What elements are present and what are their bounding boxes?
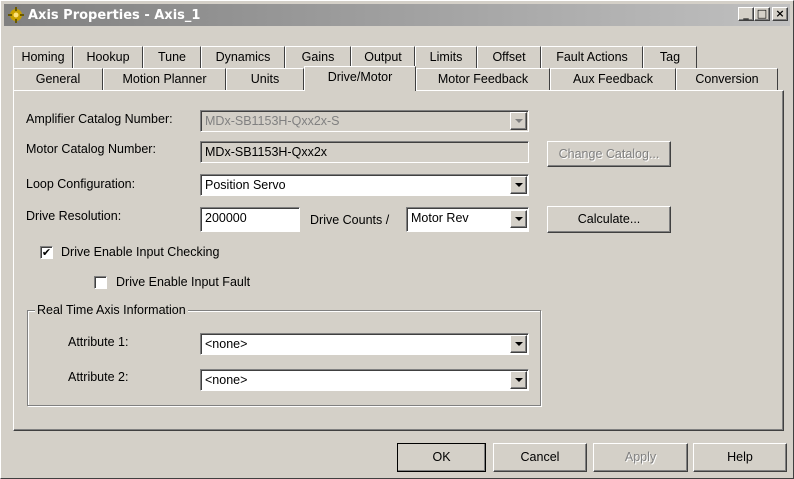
amplifier-catalog-value: MDx-SB1153H-Qxx2x-S [205,114,340,128]
loop-configuration-label: Loop Configuration: [26,177,136,191]
attribute-1-label: Attribute 1: [68,335,129,349]
chevron-down-icon [510,335,527,353]
amplifier-catalog-label: Amplifier Catalog Number: [26,112,173,126]
real-time-axis-info-group [27,310,541,406]
drive-resolution-label: Drive Resolution: [26,209,122,223]
calculate-button[interactable]: Calculate... [547,206,671,233]
app-icon [8,7,24,23]
chevron-down-icon [510,210,527,228]
change-catalog-button[interactable]: Change Catalog... [547,141,671,167]
maximize-button[interactable]: □ [754,7,770,21]
tab-conversion[interactable]: Conversion [676,68,778,90]
resolution-unit-select[interactable]: Motor Rev [406,207,529,232]
tab-row-2: General Motion Planner Units Drive/Motor… [13,66,778,91]
window-title: Axis Properties - Axis_1 [28,7,201,23]
tab-row-1: Homing Hookup Tune Dynamics Gains Output… [13,46,697,68]
tab-units[interactable]: Units [226,68,304,90]
amplifier-catalog-select[interactable]: MDx-SB1153H-Qxx2x-S [200,110,529,132]
tab-tag[interactable]: Tag [643,46,697,68]
loop-configuration-value: Position Servo [205,178,286,192]
drive-enable-input-checking-checkbox[interactable]: ✔ [40,246,53,259]
attribute-1-value: <none> [205,337,248,351]
motor-catalog-field[interactable]: MDx-SB1153H-Qxx2x [200,141,529,163]
motor-catalog-label: Motor Catalog Number: [26,142,156,156]
tab-output[interactable]: Output [351,46,415,68]
tab-drive-motor[interactable]: Drive/Motor [304,66,416,91]
resolution-unit-value: Motor Rev [411,211,469,225]
ok-button[interactable]: OK [397,443,486,472]
attribute-2-select[interactable]: <none> [200,369,529,391]
minimize-button[interactable]: _ [738,7,754,21]
attribute-2-value: <none> [205,373,248,387]
tab-motor-feedback[interactable]: Motor Feedback [416,68,550,90]
attribute-2-label: Attribute 2: [68,370,129,384]
drive-enable-input-checking-label: Drive Enable Input Checking [61,245,220,259]
tab-general[interactable]: General [13,68,103,90]
title-bar[interactable]: Axis Properties - Axis_1 _ □ × [4,4,790,26]
loop-configuration-select[interactable]: Position Servo [200,174,529,196]
attribute-1-select[interactable]: <none> [200,333,529,355]
axis-properties-dialog: Axis Properties - Axis_1 _ □ × Homing Ho… [0,0,794,479]
chevron-down-icon [510,176,527,194]
drive-enable-input-fault-label: Drive Enable Input Fault [116,275,251,289]
tab-hookup[interactable]: Hookup [73,46,143,68]
drive-enable-input-fault-checkbox[interactable] [94,276,107,289]
tab-gains[interactable]: Gains [285,46,351,68]
chevron-down-icon [510,371,527,389]
chevron-down-icon [510,112,527,130]
drive-counts-label: Drive Counts / [310,213,390,227]
real-time-axis-info-title: Real Time Axis Information [35,303,188,317]
close-button[interactable]: × [772,7,788,21]
tab-homing[interactable]: Homing [13,46,73,68]
tab-aux-feedback[interactable]: Aux Feedback [550,68,676,90]
tab-limits[interactable]: Limits [415,46,477,68]
tab-motion-planner[interactable]: Motion Planner [103,68,226,90]
tab-tune[interactable]: Tune [143,46,201,68]
help-button[interactable]: Help [693,443,787,472]
tab-offset[interactable]: Offset [477,46,541,68]
tab-dynamics[interactable]: Dynamics [201,46,285,68]
apply-button[interactable]: Apply [593,443,688,472]
tab-fault-actions[interactable]: Fault Actions [541,46,643,68]
drive-resolution-input[interactable]: 200000 [200,207,300,232]
cancel-button[interactable]: Cancel [493,443,587,472]
